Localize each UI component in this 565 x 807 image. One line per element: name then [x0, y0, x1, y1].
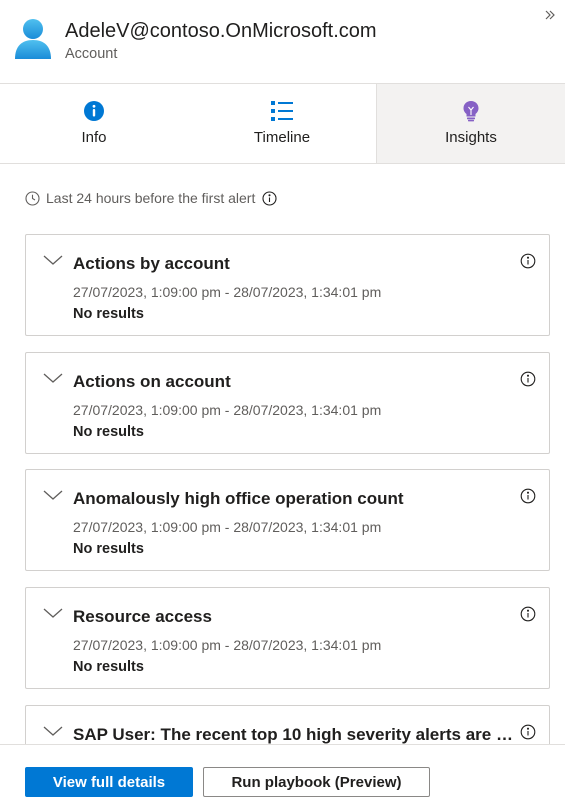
insight-title: SAP User: The recent top 10 high severit…: [73, 725, 513, 744]
time-range: Last 24 hours before the first alert: [25, 190, 277, 206]
insight-card: Resource access 27/07/2023, 1:09:00 pm -…: [25, 587, 550, 689]
insight-result: No results: [73, 541, 144, 557]
insight-result: No results: [73, 659, 144, 675]
entity-type: Account: [65, 46, 118, 62]
lightbulb-icon: [463, 101, 479, 122]
insight-card: Anomalously high office operation count …: [25, 469, 550, 571]
info-icon: [84, 101, 104, 121]
insight-card: Actions on account 27/07/2023, 1:09:00 p…: [25, 352, 550, 454]
tab-bar: Info Timeline Insights: [0, 84, 565, 164]
chevron-down-icon[interactable]: [42, 488, 64, 502]
info-outline-icon[interactable]: [520, 253, 536, 269]
insight-time-range: 27/07/2023, 1:09:00 pm - 28/07/2023, 1:3…: [73, 519, 382, 535]
insight-result: No results: [73, 424, 144, 440]
insight-time-range: 27/07/2023, 1:09:00 pm - 28/07/2023, 1:3…: [73, 637, 382, 653]
insight-title: Anomalously high office operation count: [73, 489, 404, 508]
tab-insights-label: Insights: [445, 129, 497, 146]
tab-timeline-label: Timeline: [253, 129, 311, 146]
clock-icon: [25, 190, 40, 206]
info-outline-icon[interactable]: [520, 724, 536, 740]
chevron-down-icon[interactable]: [42, 724, 64, 738]
insight-result: No results: [73, 306, 144, 322]
chevron-down-icon[interactable]: [42, 253, 64, 267]
action-footer: View full details Run playbook (Preview): [0, 744, 565, 807]
insight-time-range: 27/07/2023, 1:09:00 pm - 28/07/2023, 1:3…: [73, 402, 382, 418]
tab-insights[interactable]: Insights: [376, 84, 565, 163]
insight-title: Resource access: [73, 607, 212, 626]
view-full-details-button[interactable]: View full details: [25, 767, 193, 797]
account-name: AdeleV@contoso.OnMicrosoft.com: [65, 20, 377, 42]
tab-info-label: Info: [81, 129, 107, 146]
tab-timeline[interactable]: Timeline: [188, 84, 376, 163]
insight-time-range: 27/07/2023, 1:09:00 pm - 28/07/2023, 1:3…: [73, 284, 382, 300]
insight-title: Actions by account: [73, 254, 230, 273]
info-outline-icon[interactable]: [520, 488, 536, 504]
list-icon: [271, 101, 293, 121]
info-outline-icon[interactable]: [262, 190, 277, 206]
chevron-down-icon[interactable]: [42, 606, 64, 620]
info-outline-icon[interactable]: [520, 606, 536, 622]
tab-info[interactable]: Info: [0, 84, 188, 163]
time-range-label: Last 24 hours before the first alert: [46, 190, 256, 206]
insight-card: Actions by account 27/07/2023, 1:09:00 p…: [25, 234, 550, 336]
info-outline-icon[interactable]: [520, 371, 536, 387]
chevron-down-icon[interactable]: [42, 371, 64, 385]
user-avatar-icon: [15, 19, 51, 59]
insight-title: Actions on account: [73, 372, 231, 391]
entity-header: AdeleV@contoso.OnMicrosoft.com Account: [0, 0, 565, 84]
run-playbook-button[interactable]: Run playbook (Preview): [203, 767, 430, 797]
